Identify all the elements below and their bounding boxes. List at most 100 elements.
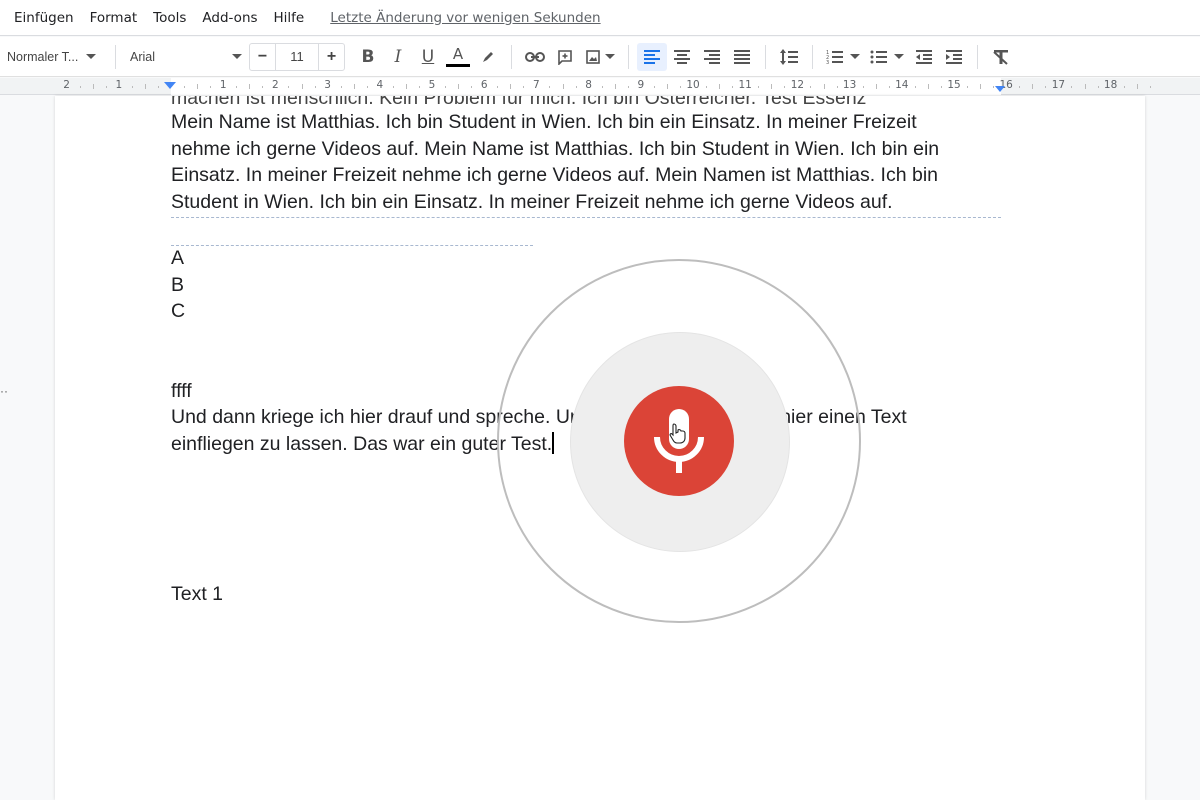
increase-font-size-button[interactable]: +: [319, 44, 344, 70]
bold-button[interactable]: B: [353, 43, 383, 71]
ruler-tick: [157, 86, 159, 88]
bold-icon: B: [361, 46, 375, 67]
chevron-down-icon: [605, 54, 615, 59]
ruler-tick: [471, 86, 473, 88]
increase-indent-button[interactable]: [939, 43, 969, 71]
ruler-tick: [823, 84, 825, 89]
divider: [115, 44, 116, 69]
chevron-down-icon: [232, 54, 242, 59]
ruler-tick: [627, 86, 629, 88]
ruler-tick: [79, 86, 81, 88]
paragraph-style-select[interactable]: Normaler T...: [7, 43, 107, 71]
ruler-tick: [732, 86, 734, 88]
menu-insert[interactable]: Einfügen: [14, 10, 74, 26]
numbered-list-icon: 123: [826, 50, 843, 65]
chevron-down-icon: [850, 54, 860, 59]
ruler-tick: [405, 84, 407, 89]
ruler-tick: [784, 86, 786, 88]
font-select[interactable]: Arial: [130, 43, 242, 71]
right-indent-marker[interactable]: [995, 86, 1005, 92]
ruler[interactable]: 2 1 1 2 3 4 5 6 7 8 9 10 11 12 13 14 15 16 17 18: [0, 78, 1200, 95]
comment-plus-icon: [558, 49, 572, 65]
italic-button[interactable]: I: [383, 43, 413, 71]
ruler-tick: [262, 86, 264, 88]
ruler-tick: [666, 84, 668, 89]
ruler-tick: [1071, 86, 1073, 88]
ruler-tick: [92, 84, 94, 89]
numbered-list-button[interactable]: 123: [821, 43, 865, 71]
align-center-icon: [674, 49, 690, 64]
underline-icon: U: [421, 46, 435, 67]
ruler-tick: [875, 84, 877, 89]
align-right-button[interactable]: [697, 43, 727, 71]
italic-icon: I: [394, 46, 402, 67]
ruler-tick: [392, 86, 394, 88]
ruler-tick: [184, 86, 186, 88]
outline-toggle[interactable]: ··: [0, 384, 8, 398]
text-color-icon: A: [446, 46, 470, 67]
font-value: Arial: [130, 49, 156, 64]
insert-link-button[interactable]: [520, 43, 550, 71]
ruler-tick: [549, 86, 551, 88]
ruler-tick: [523, 86, 525, 88]
justify-icon: [734, 49, 750, 64]
ruler-number: 6: [480, 79, 488, 91]
line-spacing-button[interactable]: [774, 43, 804, 71]
paragraph-intro: Mein Name ist Matthias. Ich bin Student …: [171, 111, 940, 213]
ruler-number: 3: [324, 79, 331, 91]
ruler-number: 1: [115, 79, 123, 91]
ruler-number: 18: [1103, 79, 1118, 91]
ruler-tick: [679, 86, 681, 88]
ruler-tick: [758, 86, 760, 88]
bulleted-list-icon: [870, 50, 887, 63]
ruler-tick: [458, 84, 460, 89]
menu-help[interactable]: Hilfe: [274, 10, 305, 26]
ruler-number: 1: [219, 79, 227, 91]
ruler-tick: [1019, 86, 1021, 88]
ruler-tick: [575, 86, 577, 88]
ruler-tick: [862, 86, 864, 88]
line-spacing-icon: [780, 48, 798, 65]
ruler-number: 15: [947, 79, 961, 91]
menu-format[interactable]: Format: [90, 10, 138, 26]
insert-image-button[interactable]: [580, 43, 620, 71]
ruler-tick: [614, 84, 616, 89]
ruler-tick: [888, 86, 890, 88]
justify-button[interactable]: [727, 43, 757, 71]
text-color-button[interactable]: A: [443, 43, 473, 71]
decrease-indent-icon: [916, 49, 932, 64]
hand-cursor-icon: [669, 423, 686, 444]
bulleted-list-button[interactable]: [865, 43, 909, 71]
ruler-tick: [144, 84, 146, 89]
decrease-font-size-button[interactable]: −: [250, 44, 275, 70]
ruler-tick: [105, 86, 107, 88]
ruler-number: 8: [585, 79, 592, 91]
ruler-tick: [445, 86, 447, 88]
divider: [511, 44, 512, 69]
clear-formatting-icon: [993, 49, 1008, 65]
highlight-button[interactable]: [473, 43, 503, 71]
increase-indent-icon: [946, 49, 962, 64]
menu-tools[interactable]: Tools: [153, 10, 186, 26]
left-indent-marker[interactable]: [164, 82, 176, 89]
ruler-tick: [562, 84, 564, 89]
ruler-tick: [510, 84, 512, 89]
ruler-number: 2: [63, 79, 70, 91]
last-edit-link[interactable]: Letzte Änderung vor wenigen Sekunden: [330, 10, 600, 26]
underline-button[interactable]: U: [413, 43, 443, 71]
ruler-tick: [653, 86, 655, 88]
font-size-input[interactable]: 11: [275, 43, 319, 70]
clear-formatting-button[interactable]: [986, 43, 1016, 71]
ruler-tick: [353, 84, 355, 89]
link-icon: [525, 51, 545, 62]
add-comment-button[interactable]: [550, 43, 580, 71]
align-center-button[interactable]: [667, 43, 697, 71]
ruler-tick: [1136, 84, 1138, 89]
decrease-indent-button[interactable]: [909, 43, 939, 71]
ruler-tick: [1123, 86, 1125, 88]
ruler-tick: [301, 84, 303, 89]
divider: [765, 44, 766, 69]
align-left-button[interactable]: [637, 42, 667, 71]
ruler-tick: [914, 86, 916, 88]
menu-addons[interactable]: Add-ons: [202, 10, 257, 26]
